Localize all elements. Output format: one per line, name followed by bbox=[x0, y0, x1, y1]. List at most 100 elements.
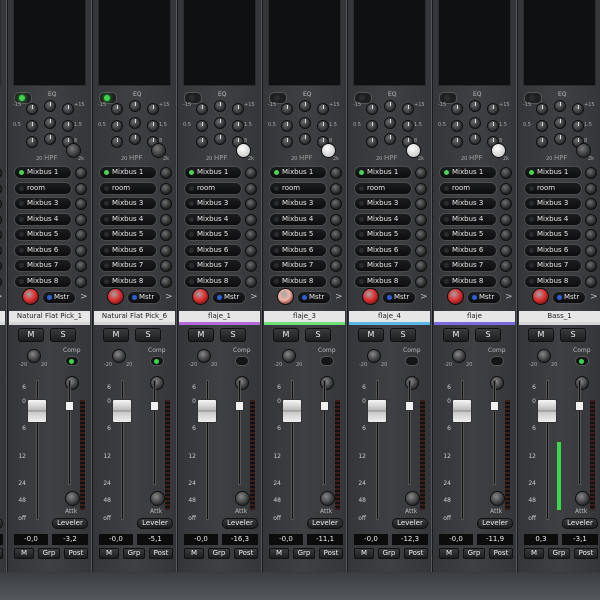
post-button[interactable]: Post bbox=[489, 548, 513, 559]
send-enable-dot[interactable] bbox=[104, 278, 109, 284]
send-level-knob[interactable] bbox=[585, 244, 597, 257]
send-level-knob[interactable] bbox=[500, 198, 512, 210]
send-button[interactable]: Mixbus 3 bbox=[269, 197, 327, 210]
send-enable-dot[interactable] bbox=[274, 170, 279, 175]
pan-knob[interactable] bbox=[192, 288, 209, 305]
send-level-knob[interactable] bbox=[415, 167, 427, 179]
solo-button[interactable]: S bbox=[475, 328, 501, 342]
eq-knob[interactable] bbox=[469, 133, 481, 145]
eq-knob[interactable] bbox=[44, 133, 56, 145]
comp-enable-led[interactable] bbox=[575, 356, 589, 366]
send-enable-dot[interactable] bbox=[444, 170, 449, 175]
send-button[interactable]: Mixbus 6 bbox=[354, 243, 412, 257]
send-enable-dot[interactable] bbox=[19, 185, 24, 191]
send-button[interactable]: Mixbus 5 bbox=[439, 228, 497, 241]
eq-knob[interactable] bbox=[147, 103, 159, 115]
leveler-button[interactable]: Leveler bbox=[0, 518, 3, 529]
mute-small-button[interactable]: M bbox=[439, 548, 459, 559]
send-button[interactable]: room bbox=[354, 181, 412, 195]
eq-knob[interactable] bbox=[366, 120, 378, 132]
send-level-knob[interactable] bbox=[585, 229, 597, 241]
mute-button[interactable]: M bbox=[358, 328, 384, 342]
send-level-knob[interactable] bbox=[330, 244, 342, 257]
send-button[interactable]: Mixbus 1 bbox=[354, 166, 412, 179]
input-gain-knob[interactable] bbox=[27, 349, 41, 363]
send-button[interactable]: Mixbus 8 bbox=[354, 274, 412, 288]
eq-knob[interactable] bbox=[129, 133, 141, 145]
expand-arrow-icon[interactable]: > bbox=[250, 292, 258, 302]
input-gain-knob[interactable] bbox=[197, 349, 211, 363]
send-enable-dot[interactable] bbox=[529, 170, 534, 175]
send-level-knob[interactable] bbox=[160, 198, 172, 210]
send-button[interactable]: Mixbus 6 bbox=[439, 243, 497, 257]
send-level-knob[interactable] bbox=[330, 198, 342, 210]
send-enable-dot[interactable] bbox=[274, 232, 279, 237]
eq-knob[interactable] bbox=[26, 136, 38, 148]
send-button[interactable]: Mixbus 8 bbox=[269, 274, 327, 288]
send-enable-dot[interactable] bbox=[19, 263, 24, 268]
send-enable-dot[interactable] bbox=[444, 247, 449, 253]
eq-knob[interactable] bbox=[536, 103, 548, 115]
send-button[interactable]: Mixbus 1 bbox=[99, 166, 157, 179]
send-button[interactable]: Mixbus 7 bbox=[184, 259, 242, 272]
send-button[interactable]: Mixbus 8 bbox=[439, 274, 497, 288]
send-level-knob[interactable] bbox=[245, 167, 257, 179]
eq-knob[interactable] bbox=[214, 100, 226, 112]
eq-knob[interactable] bbox=[44, 100, 56, 112]
send-button[interactable]: Mixbus 4 bbox=[14, 212, 72, 226]
attack-knob[interactable] bbox=[490, 491, 505, 506]
send-button[interactable]: room bbox=[14, 181, 72, 195]
send-level-knob[interactable] bbox=[75, 229, 87, 241]
send-enable-dot[interactable] bbox=[274, 263, 279, 268]
volume-fader[interactable] bbox=[112, 399, 132, 423]
eq-knob[interactable] bbox=[451, 136, 463, 148]
send-enable-dot[interactable] bbox=[359, 278, 364, 284]
send-level-knob[interactable] bbox=[330, 167, 342, 179]
expand-arrow-icon[interactable]: > bbox=[80, 292, 88, 302]
pan-knob[interactable] bbox=[22, 288, 39, 305]
post-button[interactable]: Post bbox=[0, 548, 3, 559]
send-level-knob[interactable] bbox=[500, 167, 512, 179]
eq-knob[interactable] bbox=[196, 103, 208, 115]
group-button[interactable]: Grp bbox=[208, 548, 230, 559]
group-button[interactable]: Grp bbox=[123, 548, 145, 559]
send-level-knob[interactable] bbox=[585, 275, 597, 288]
send-button[interactable]: Mixbus 3 bbox=[99, 197, 157, 210]
leveler-button[interactable]: Leveler bbox=[222, 518, 258, 529]
pan-knob[interactable] bbox=[107, 288, 124, 305]
send-level-knob[interactable] bbox=[160, 229, 172, 241]
send-level-knob[interactable] bbox=[0, 275, 2, 288]
send-level-knob[interactable] bbox=[245, 275, 257, 288]
comp-enable-led[interactable] bbox=[405, 356, 419, 366]
eq-knob[interactable] bbox=[214, 117, 226, 129]
send-button[interactable]: Mixbus 1 bbox=[269, 166, 327, 179]
send-level-knob[interactable] bbox=[500, 182, 512, 195]
send-level-knob[interactable] bbox=[415, 213, 427, 226]
channel-name[interactable]: flaje bbox=[434, 311, 515, 322]
comp-threshold-fader[interactable] bbox=[575, 401, 584, 411]
volume-fader[interactable] bbox=[27, 399, 47, 423]
solo-button[interactable]: S bbox=[305, 328, 331, 342]
comp-enable-led[interactable] bbox=[65, 356, 79, 366]
send-button[interactable]: Mixbus 6 bbox=[14, 243, 72, 257]
leveler-button[interactable]: Leveler bbox=[477, 518, 513, 529]
mute-button[interactable]: M bbox=[103, 328, 129, 342]
attack-knob[interactable] bbox=[405, 491, 420, 506]
send-button[interactable]: room bbox=[269, 181, 327, 195]
send-button[interactable]: Mixbus 6 bbox=[269, 243, 327, 257]
send-enable-dot[interactable] bbox=[189, 185, 194, 191]
post-button[interactable]: Post bbox=[319, 548, 343, 559]
eq-knob[interactable] bbox=[232, 120, 244, 132]
send-level-knob[interactable] bbox=[0, 229, 2, 241]
send-enable-dot[interactable] bbox=[19, 278, 24, 284]
volume-fader[interactable] bbox=[282, 399, 302, 423]
send-enable-dot[interactable] bbox=[189, 216, 194, 222]
eq-knob[interactable] bbox=[554, 117, 566, 129]
post-button[interactable]: Post bbox=[574, 548, 598, 559]
send-level-knob[interactable] bbox=[245, 260, 257, 272]
send-level-knob[interactable] bbox=[160, 244, 172, 257]
channel-name[interactable]: Natural Flat Pick_6 bbox=[94, 311, 175, 322]
send-enable-dot[interactable] bbox=[529, 216, 534, 222]
send-button[interactable]: Mixbus 4 bbox=[354, 212, 412, 226]
send-button[interactable]: Mixbus 3 bbox=[439, 197, 497, 210]
